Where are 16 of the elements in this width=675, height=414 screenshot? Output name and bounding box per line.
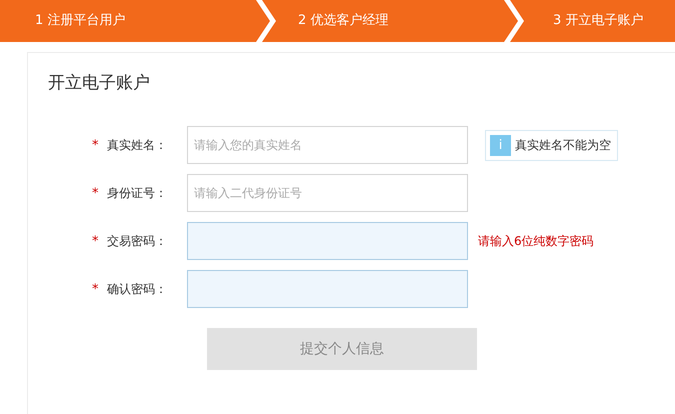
form-title: 开立电子账户 (48, 72, 151, 94)
required-mark: * (92, 138, 100, 152)
input-field[interactable]: 请输入您的真实姓名 (187, 126, 468, 164)
info-icon: i (490, 134, 511, 156)
field-label: 确认密码： (107, 280, 168, 298)
required-mark: * (92, 186, 100, 200)
input-field[interactable] (187, 222, 468, 260)
field-label: 交易密码： (107, 232, 168, 250)
input-field[interactable] (187, 270, 468, 308)
field-label: 身份证号： (107, 184, 168, 202)
input-field[interactable]: 请输入二代身份证号 (187, 174, 468, 212)
field-label: 真实姓名： (107, 136, 168, 154)
hint-text: 真实姓名不能为空 (515, 136, 611, 154)
error-message: 请输入6位纯数字密码 (478, 232, 594, 250)
required-mark: * (92, 234, 100, 248)
required-mark: * (92, 282, 100, 296)
